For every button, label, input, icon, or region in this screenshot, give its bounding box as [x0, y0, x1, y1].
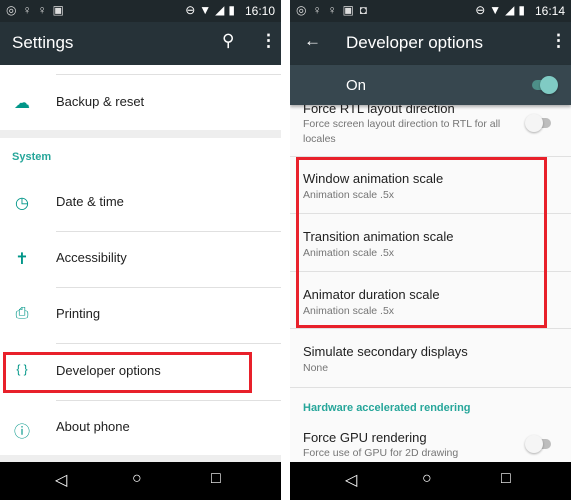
settings-item-backup[interactable]: ☁ Backup & reset	[0, 75, 281, 131]
clock-icon: ◷	[15, 195, 29, 212]
navigation-bar: ◁ ○ □	[0, 462, 281, 500]
recents-icon[interactable]: □	[501, 470, 511, 488]
item-label: Backup & reset	[56, 94, 145, 109]
recents-icon[interactable]: □	[211, 470, 221, 488]
item-label: Printing	[56, 306, 101, 321]
notification-icons: ◎♀♀▣	[6, 3, 70, 17]
pref-title: Simulate secondary displays	[303, 344, 468, 359]
status-bar: ◎♀♀▣ ⊖▼◢▮ 16:10	[0, 0, 281, 22]
pref-summary: None	[303, 362, 329, 374]
notification-icons: ◎♀♀▣◘	[296, 3, 374, 17]
back-icon[interactable]: ◁	[345, 470, 357, 490]
highlight-box	[3, 352, 252, 393]
back-icon[interactable]: ◁	[55, 470, 67, 490]
item-label: Date & time	[56, 194, 124, 209]
developer-options-screen: ◎♀♀▣◘ ⊖▼◢▮ 16:14 ← Developer options ⋮ O…	[290, 0, 571, 500]
more-icon[interactable]: ⋮	[260, 31, 277, 51]
pref-summary: Force screen layout direction to RTL for…	[303, 118, 501, 145]
system-card: System ◷ Date & time ✝ Accessibility ⎙ Prin…	[0, 138, 281, 455]
settings-item-about-phone[interactable]: ⓘ About phone	[0, 400, 281, 456]
navigation-bar: ◁ ○ □	[290, 462, 571, 500]
settings-screen: ◎♀♀▣ ⊖▼◢▮ 16:10 Settings ⚲ ⋮ ☁ Backup & …	[0, 0, 281, 500]
toolbar: Settings ⚲ ⋮	[0, 22, 281, 65]
system-icons: ⊖▼◢▮	[475, 3, 529, 17]
gpu-toggle[interactable]	[525, 435, 551, 453]
page-title: Developer options	[346, 33, 484, 52]
highlight-box	[296, 157, 547, 328]
status-bar: ◎♀♀▣◘ ⊖▼◢▮ 16:14	[290, 0, 571, 22]
back-arrow-icon[interactable]: ←	[304, 31, 321, 51]
settings-item-accessibility[interactable]: ✝ Accessibility	[0, 231, 281, 287]
more-icon[interactable]: ⋮	[550, 31, 567, 51]
settings-item-date-time[interactable]: ◷ Date & time	[0, 175, 281, 231]
pref-title: Force GPU rendering	[303, 430, 427, 445]
section-header-system: System	[12, 151, 52, 163]
home-icon[interactable]: ○	[422, 470, 432, 488]
pref-summary: Force use of GPU for 2D drawing	[303, 447, 459, 459]
item-label: About phone	[56, 419, 130, 434]
master-switch-bar[interactable]: On	[290, 65, 571, 105]
system-icons: ⊖▼◢▮	[185, 3, 239, 17]
page-title: Settings	[12, 33, 74, 52]
cloud-upload-icon: ☁	[14, 95, 30, 112]
info-icon: ⓘ	[13, 424, 30, 441]
status-time: 16:10	[244, 4, 275, 18]
toolbar: ← Developer options ⋮	[290, 22, 571, 65]
item-label: Accessibility	[56, 250, 127, 265]
master-toggle[interactable]	[532, 76, 558, 94]
status-time: 16:14	[534, 4, 565, 18]
home-icon[interactable]: ○	[132, 470, 142, 488]
personal-card: ☁ Backup & reset	[0, 65, 281, 130]
settings-item-printing[interactable]: ⎙ Printing	[0, 287, 281, 343]
section-header-hardware: Hardware accelerated rendering	[303, 402, 471, 414]
rtl-toggle[interactable]	[525, 114, 551, 132]
accessibility-icon: ✝	[15, 251, 29, 268]
search-icon[interactable]: ⚲	[222, 31, 234, 51]
master-switch-label: On	[346, 77, 367, 94]
printer-icon: ⎙	[15, 305, 29, 322]
